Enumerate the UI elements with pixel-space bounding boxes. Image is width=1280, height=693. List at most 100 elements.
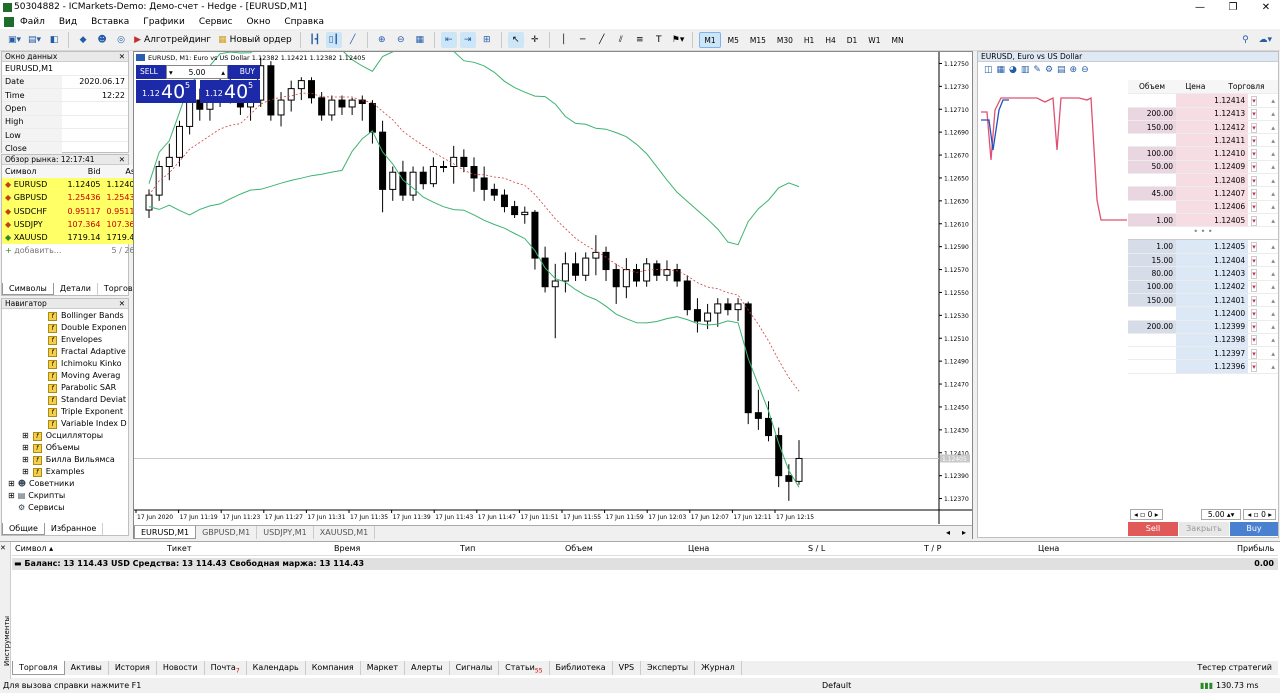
scroll-arrow-icon[interactable]: ▴ — [1271, 136, 1275, 145]
close-icon[interactable]: ✕ — [119, 155, 125, 165]
dropdown-icon[interactable]: ▾ — [1251, 95, 1257, 106]
fibonacci-icon[interactable]: ≡ — [632, 32, 648, 48]
autoscroll-icon[interactable]: ⇤ — [440, 32, 457, 48]
chat-icon[interactable]: ☁▾ — [1256, 32, 1274, 48]
crosshair-icon[interactable]: ✛ — [527, 32, 543, 48]
dom-trade-cell[interactable]: ▾ ▴ — [1248, 173, 1278, 188]
levels-icon[interactable]: ▤ — [1057, 65, 1066, 77]
col-volume[interactable]: Объем — [565, 544, 593, 553]
ask-row[interactable]: 1.12411 ▾ ▴ — [1128, 133, 1278, 148]
ask-row[interactable]: 50.00 1.12409 ▾ ▴ — [1128, 160, 1278, 175]
expand-icon[interactable]: ⊞ — [8, 490, 15, 502]
tf-w1[interactable]: W1 — [864, 32, 884, 48]
bar-chart-icon[interactable]: ┃┫ — [307, 32, 323, 48]
col-symbol[interactable]: Символ ▴ — [15, 544, 53, 553]
tf-m1[interactable]: M1 — [699, 32, 721, 48]
nav-root[interactable]: ⚙ Сервисы — [2, 502, 128, 514]
tab-common[interactable]: Общие — [2, 523, 45, 535]
sell-price[interactable]: 1.12 40 5 — [136, 80, 196, 103]
zoom-out-icon[interactable]: ⊖ — [393, 32, 409, 48]
profiles-icon[interactable]: ▤▾ — [26, 32, 43, 48]
scroll-arrow-icon[interactable]: ▴ — [1271, 202, 1275, 211]
scroll-arrow-icon[interactable]: ▴ — [1271, 96, 1275, 105]
dom-trade-cell[interactable]: ▾ ▴ — [1248, 186, 1278, 201]
tab-vps[interactable]: VPS — [613, 661, 642, 675]
dom-trade-cell[interactable]: ▾ ▴ — [1248, 160, 1278, 175]
expand-icon[interactable]: ⊞ — [22, 442, 29, 454]
bid-row[interactable]: 80.00 1.12403 ▾ ▴ — [1128, 266, 1278, 281]
scroll-arrow-icon[interactable]: ▴ — [1271, 123, 1275, 132]
dropdown-icon[interactable]: ▾ — [1251, 335, 1257, 346]
dom-trade-cell[interactable]: ▾ ▴ — [1248, 240, 1278, 255]
dropdown-icon[interactable]: ▾ — [1251, 362, 1257, 373]
tab-articles[interactable]: Статьи55 — [499, 661, 550, 675]
dropdown-icon[interactable]: ▾ — [1251, 322, 1257, 333]
nav-indicator[interactable]: f Ichimoku Kinko — [2, 358, 128, 370]
bid-row[interactable]: 150.00 1.12401 ▾ ▴ — [1128, 293, 1278, 308]
dropdown-icon[interactable]: ▾ — [1251, 242, 1257, 253]
bid-row[interactable]: 1.12400 ▾ ▴ — [1128, 306, 1278, 321]
bid-row[interactable]: 1.12396 ▾ ▴ — [1128, 359, 1278, 374]
bid-row[interactable]: 200.00 1.12399 ▾ ▴ — [1128, 320, 1278, 334]
col-profit[interactable]: Прибыль — [1237, 544, 1274, 553]
tf-mn[interactable]: MN — [887, 32, 907, 48]
close-icon[interactable]: ✕ — [119, 299, 125, 309]
expand-icon[interactable]: ⊞ — [22, 430, 29, 442]
tf-h1[interactable]: H1 — [800, 32, 818, 48]
dom-trade-cell[interactable]: ▾ ▴ — [1248, 280, 1278, 294]
add-symbol-link[interactable]: + добавить... — [2, 244, 64, 257]
price-chart[interactable]: 1.12750 1.12730 1.12710 1.12690 1.12670 1.126… — [134, 52, 972, 524]
nav-root[interactable]: ⊞ ▤ Скрипты — [2, 490, 128, 502]
scroll-arrow-icon[interactable]: ▴ — [1271, 282, 1275, 291]
tab-experts[interactable]: Эксперты — [641, 661, 696, 675]
ask-row[interactable]: 1.00 1.12405 ▾ ▴ — [1128, 213, 1278, 228]
col-tp[interactable]: T / P — [924, 544, 942, 553]
market-row[interactable]: ◆ XAUUSD 1719.14 1719.46 — [2, 230, 143, 245]
scroll-arrow-icon[interactable]: ▴ — [1271, 189, 1275, 198]
expand-icon[interactable]: ⊞ — [22, 454, 29, 466]
dom-trade-cell[interactable]: ▾ ▴ — [1248, 293, 1278, 308]
new-order-button[interactable]: ▦ Новый ордер — [216, 32, 294, 48]
horizontal-line-icon[interactable]: ─ — [575, 32, 591, 48]
col-symbol[interactable]: Символ — [2, 165, 64, 178]
scroll-arrow-icon[interactable]: ▴ — [1271, 242, 1275, 251]
nav-indicator[interactable]: f Fractal Adaptive — [2, 346, 128, 358]
dom-trade-cell[interactable]: ▾ ▴ — [1248, 213, 1278, 228]
channel-icon[interactable]: ⫽ — [613, 32, 629, 48]
nav-indicator[interactable]: f Double Exponen — [2, 322, 128, 334]
nav-indicator[interactable]: f Bollinger Bands — [2, 310, 128, 322]
text-icon[interactable]: T — [651, 32, 667, 48]
tab-eurusd[interactable]: EURUSD,M1 — [134, 526, 197, 539]
chart-icon[interactable]: ◫ — [984, 65, 993, 77]
dom-trade-cell[interactable]: ▾ ▴ — [1248, 120, 1278, 135]
dom-trade-cell[interactable]: ▾ ▴ — [1248, 266, 1278, 281]
menu-help[interactable]: Справка — [284, 17, 324, 27]
tab-favorites[interactable]: Избранное — [45, 523, 104, 535]
signals-icon[interactable]: ◎ — [113, 32, 129, 48]
nav-group[interactable]: ⊞ f Examples — [2, 466, 128, 478]
market-row[interactable]: ◆ EURUSD 1.12405 1.12405 — [2, 178, 143, 192]
close-button[interactable]: ✕ — [1254, 0, 1278, 15]
bid-row[interactable]: 100.00 1.12402 ▾ ▴ — [1128, 280, 1278, 294]
dom-sell-button[interactable]: Sell — [1128, 522, 1178, 536]
scroll-arrow-icon[interactable]: ▴ — [1271, 256, 1275, 265]
scroll-right-icon[interactable]: ▸ — [956, 526, 972, 539]
tf-d1[interactable]: D1 — [843, 32, 862, 48]
tf-m5[interactable]: M5 — [724, 32, 743, 48]
tab-signals[interactable]: Сигналы — [450, 661, 500, 675]
trendline-icon[interactable]: ╱ — [594, 32, 610, 48]
col-ticket[interactable]: Тикет — [167, 544, 192, 553]
nav-indicator[interactable]: f Triple Exponent — [2, 406, 128, 418]
chart-shift-icon[interactable]: ⇥ — [459, 32, 476, 48]
scroll-arrow-icon[interactable]: ▴ — [1271, 216, 1275, 225]
nav-indicator[interactable]: f Parabolic SAR — [2, 382, 128, 394]
dropdown-icon[interactable]: ▾ — [1251, 348, 1257, 359]
minimize-button[interactable]: — — [1188, 0, 1212, 15]
account-icon[interactable]: ☻ — [94, 32, 110, 48]
algo-trading-button[interactable]: ▶ Алготрейдинг — [132, 32, 213, 48]
buy-button[interactable]: BUY — [228, 65, 260, 79]
dropdown-icon[interactable]: ▾ — [1251, 189, 1257, 200]
shapes-icon[interactable]: ⚑▾ — [670, 32, 687, 48]
col-price[interactable]: Цена — [688, 544, 709, 553]
dropdown-icon[interactable]: ▾ — [1251, 215, 1257, 226]
